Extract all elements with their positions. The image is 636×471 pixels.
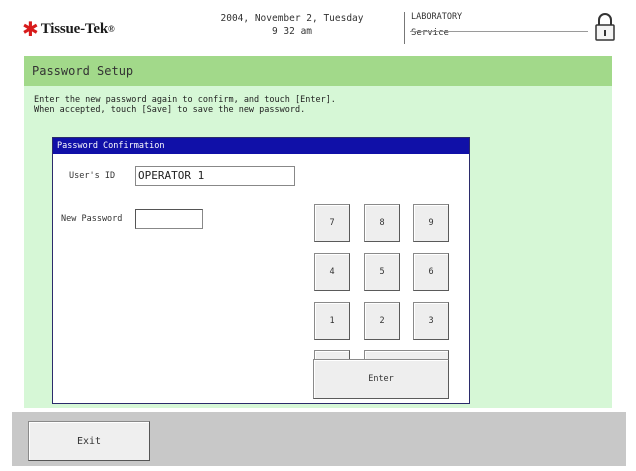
- padlock-icon[interactable]: [592, 12, 618, 42]
- enter-button[interactable]: Enter: [313, 359, 449, 399]
- mode-label: LABORATORY: [411, 12, 463, 22]
- password-setup-panel: Password Setup Enter the new password ag…: [24, 56, 612, 408]
- dialog-title: Password Confirmation: [53, 138, 469, 154]
- key-6-button[interactable]: 6: [413, 253, 449, 291]
- panel-title: Password Setup: [32, 64, 134, 78]
- user-id-label: User's ID: [69, 171, 116, 181]
- instructions: Enter the new password again to confirm,…: [34, 95, 336, 115]
- instruction-line-1: Enter the new password again to confirm,…: [34, 95, 336, 105]
- panel-title-bar: Password Setup: [24, 56, 612, 86]
- brand-name: Tissue-Tek: [40, 20, 108, 37]
- app-window: ✱ Tissue-Tek ® 2004, November 2, Tuesday …: [0, 0, 636, 471]
- key-5-button[interactable]: 5: [364, 253, 400, 291]
- key-9-button[interactable]: 9: [413, 204, 449, 242]
- user-id-field[interactable]: OPERATOR 1: [135, 166, 295, 186]
- date-time-display: 2004, November 2, Tuesday 9 32 am: [202, 12, 382, 38]
- brand-logo: ✱ Tissue-Tek ®: [22, 17, 115, 41]
- time-text: 9 32 am: [271, 26, 313, 37]
- mode-value: Service: [411, 28, 449, 38]
- key-4-button[interactable]: 4: [314, 253, 350, 291]
- instruction-line-2: When accepted, touch [Save] to save the …: [34, 105, 306, 115]
- key-7-button[interactable]: 7: [314, 204, 350, 242]
- bottom-bar: Exit: [12, 412, 626, 466]
- new-password-field[interactable]: [135, 209, 203, 229]
- red-star-icon: ✱: [22, 17, 39, 41]
- key-3-button[interactable]: 3: [413, 302, 449, 340]
- brand-mark: ®: [107, 24, 115, 34]
- mode-display: LABORATORY Service: [404, 12, 462, 44]
- exit-button[interactable]: Exit: [28, 421, 150, 461]
- new-password-label: New Password: [61, 214, 123, 224]
- key-2-button[interactable]: 2: [364, 302, 400, 340]
- date-text: 2004, November 2, Tuesday: [220, 13, 364, 24]
- header-divider: [410, 31, 588, 32]
- header-bar: ✱ Tissue-Tek ® 2004, November 2, Tuesday …: [12, 8, 626, 50]
- key-8-button[interactable]: 8: [364, 204, 400, 242]
- key-1-button[interactable]: 1: [314, 302, 350, 340]
